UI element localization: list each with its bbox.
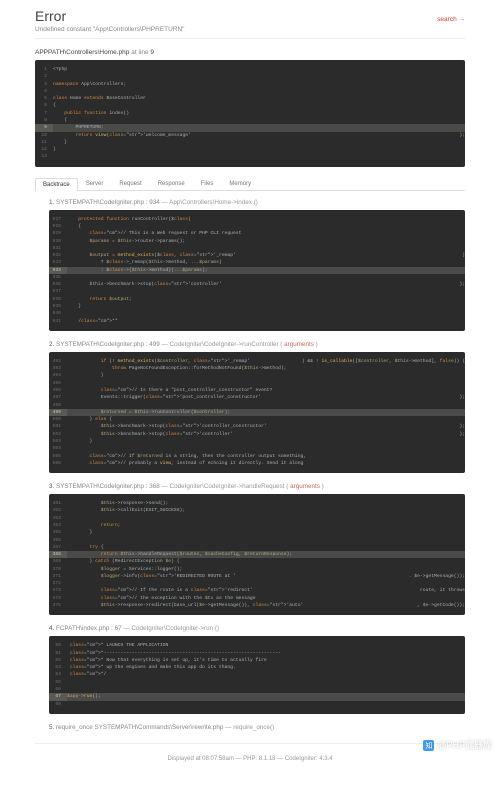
code-line: 375 $this->response->redirect(base_url($… bbox=[49, 602, 465, 609]
code-line: 373 class="cm">// If the route is a clas… bbox=[49, 587, 465, 594]
code-line: 1<?php bbox=[35, 66, 465, 73]
code-line: 937 bbox=[49, 288, 465, 295]
code-line: 501 $this->benchmark->stop(class="str">'… bbox=[49, 423, 465, 430]
code-line: 504 bbox=[49, 445, 465, 452]
tab-response[interactable]: Response bbox=[150, 177, 193, 190]
code-line: 3namespace App\Controllers; bbox=[35, 81, 465, 88]
code-line: 61 class="cm">*-------------------------… bbox=[49, 650, 465, 657]
code-line: 506 class="cm">// probably a view, inste… bbox=[49, 460, 465, 467]
code-line: 363 bbox=[49, 515, 465, 522]
backtrace-title: 2. SYSTEMPATH\CodeIgniter.php : 499 — Co… bbox=[49, 341, 465, 348]
code-line: 928 { bbox=[49, 223, 465, 230]
code-line: 67$app->run(); bbox=[49, 693, 465, 700]
code-line: 4 bbox=[35, 88, 465, 95]
code-line: 372 bbox=[49, 580, 465, 587]
code-line: 931 bbox=[49, 245, 465, 252]
backtrace-title: 4. FCPATH\index.php : 67 — CodeIgniter\C… bbox=[49, 625, 465, 632]
code-line: 366 bbox=[49, 537, 465, 544]
tab-backtrace[interactable]: Backtrace bbox=[35, 178, 78, 191]
code-line: 938 return $output; bbox=[49, 296, 465, 303]
arguments-link[interactable]: arguments bbox=[290, 483, 320, 490]
code-line: 940 bbox=[49, 310, 465, 317]
arguments-link[interactable]: arguments bbox=[284, 341, 314, 348]
code-line: 63 class="cm">* up the engines and make … bbox=[49, 664, 465, 671]
code-line: 13 bbox=[35, 153, 465, 160]
code-line: 927 protected function runController($cl… bbox=[49, 216, 465, 223]
code-line: 68 bbox=[49, 701, 465, 708]
tab-server[interactable]: Server bbox=[78, 177, 112, 190]
watermark: 知@PHP武器库 bbox=[423, 738, 492, 752]
code-line: 932 $output = method_exists($class, clas… bbox=[49, 252, 465, 259]
code-line: 498 bbox=[49, 402, 465, 409]
backtrace-code: 492 if (! method_exists($controller, cla… bbox=[49, 352, 465, 473]
tab-memory[interactable]: Memory bbox=[221, 177, 259, 190]
code-line: 371 $logger->info(class="str">'REDIRECTE… bbox=[49, 573, 465, 580]
code-line: 934 : $class->{$this->method}(...$params… bbox=[49, 267, 465, 274]
code-line: 368 return $this->handleRequest($routes,… bbox=[49, 551, 465, 558]
code-line: 933 ? $class->_remap($this->method, ...$… bbox=[49, 259, 465, 266]
backtrace-code: 361 $this->response->send();362 $this->c… bbox=[49, 494, 465, 615]
search-link[interactable]: search → bbox=[437, 16, 465, 23]
footer: Displayed at 08:07:58am — PHP: 8.1.18 — … bbox=[35, 743, 465, 766]
code-line: 365 } bbox=[49, 529, 465, 536]
code-line: 502 $this->benchmark->stop(class="str">'… bbox=[49, 431, 465, 438]
code-line: 8 { bbox=[35, 117, 465, 124]
code-line: 500 } else { bbox=[49, 416, 465, 423]
code-line: 941 /class="cm">** bbox=[49, 318, 465, 325]
code-line: 362 $this->callExit(EXIT_SUCCESS); bbox=[49, 507, 465, 514]
code-line: 935 bbox=[49, 274, 465, 281]
code-line: 64 class="cm">*/ bbox=[49, 671, 465, 678]
source-location: APPPATH\Controllers\Home.php at line 9 bbox=[35, 49, 465, 56]
code-line: 495 bbox=[49, 380, 465, 387]
code-line: 929 class="cm">// This is a Web request … bbox=[49, 230, 465, 237]
code-line: 492 if (! method_exists($controller, cla… bbox=[49, 358, 465, 365]
code-line: 2 bbox=[35, 73, 465, 80]
code-line: 496 class="cm">// Is there a "post_contr… bbox=[49, 387, 465, 394]
code-line: 364 return; bbox=[49, 522, 465, 529]
error-header: Error Undefined constant "App\Controller… bbox=[35, 5, 465, 39]
code-line: 374 class="cm">// the exception with the… bbox=[49, 595, 465, 602]
code-line: 60 class="cm">* LAUNCH THE APPLICATION bbox=[49, 642, 465, 649]
code-line: 7 public function index() bbox=[35, 110, 465, 117]
code-line: 939 } bbox=[49, 303, 465, 310]
backtrace-title: 1. SYSTEMPATH\CodeIgniter.php : 934 — Ap… bbox=[49, 199, 465, 206]
code-line: 505 class="cm">// If $returned is a stri… bbox=[49, 453, 465, 460]
main-code-block: 1<?php23namespace App\Controllers;45clas… bbox=[35, 60, 465, 167]
code-line: 503 } bbox=[49, 438, 465, 445]
code-line: 65 bbox=[49, 679, 465, 686]
code-line: 361 $this->response->send(); bbox=[49, 500, 465, 507]
code-line: 5class Home extends BaseController bbox=[35, 95, 465, 102]
backtrace-title: 3. SYSTEMPATH\CodeIgniter.php : 368 — Co… bbox=[49, 483, 465, 490]
code-line: 11 } bbox=[35, 139, 465, 146]
tab-files[interactable]: Files bbox=[193, 177, 222, 190]
backtrace-code: 927 protected function runController($cl… bbox=[49, 210, 465, 331]
code-line: 493 throw PageNotFoundException::forMeth… bbox=[49, 365, 465, 372]
code-line: 936 $this->benchmark->stop(class="str">'… bbox=[49, 281, 465, 288]
code-line: 66 bbox=[49, 686, 465, 693]
code-line: 9 PHPRETURN; bbox=[35, 124, 465, 131]
tab-request[interactable]: Request bbox=[111, 177, 149, 190]
error-message: Undefined constant "App\Controllers\PHPR… bbox=[35, 26, 437, 33]
code-line: 494 } bbox=[49, 372, 465, 379]
tab-bar: BacktraceServerRequestResponseFilesMemor… bbox=[35, 177, 465, 191]
code-line: 499 $returned = $this->runController($co… bbox=[49, 409, 465, 416]
code-line: 367 try { bbox=[49, 544, 465, 551]
code-line: 10 return view(class="str">'welcome_mess… bbox=[35, 132, 465, 139]
code-line: 6{ bbox=[35, 102, 465, 109]
zhihu-icon: 知 bbox=[423, 740, 434, 751]
backtrace-title: 5. require_once SYSTEMPATH\Commands\Serv… bbox=[49, 724, 465, 731]
code-line: 370 $logger = Services::logger(); bbox=[49, 566, 465, 573]
code-line: 12} bbox=[35, 146, 465, 153]
code-line: 497 Events::trigger(class="str">'post_co… bbox=[49, 394, 465, 401]
backtrace-code: 60 class="cm">* LAUNCH THE APPLICATION61… bbox=[49, 636, 465, 714]
error-title: Error bbox=[35, 8, 437, 24]
code-line: 62 class="cm">* Now that everything is s… bbox=[49, 657, 465, 664]
code-line: 930 $params = $this->router->params(); bbox=[49, 238, 465, 245]
code-line: 369 } catch (RedirectException $e) { bbox=[49, 558, 465, 565]
